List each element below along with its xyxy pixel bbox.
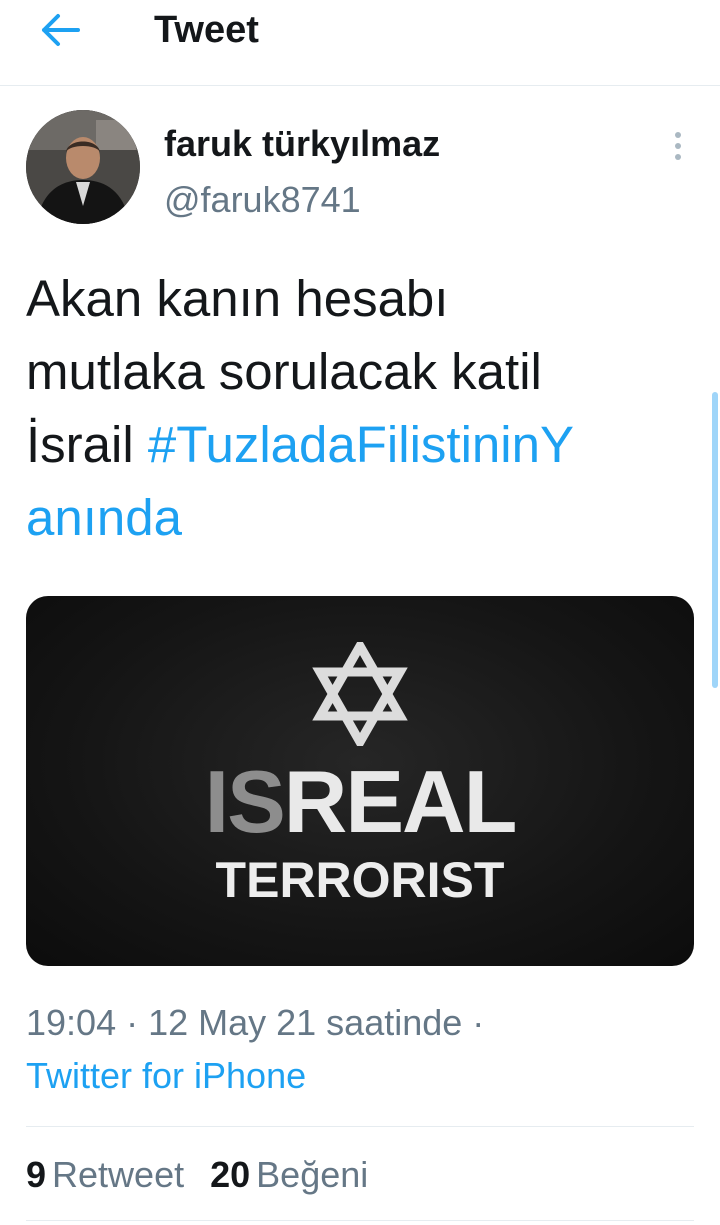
scrollbar[interactable] xyxy=(712,392,718,688)
author-handle[interactable]: @faruk8741 xyxy=(164,180,361,220)
avatar[interactable] xyxy=(26,110,140,224)
divider xyxy=(26,1220,694,1221)
tweet-text-line: mutlaka sorulacak katil xyxy=(26,343,542,400)
author-name[interactable]: faruk türkyılmaz xyxy=(164,124,440,164)
back-button[interactable] xyxy=(38,12,82,48)
tweet-text: Akan kanın hesabı mutlaka sorulacak kati… xyxy=(26,262,698,554)
tweet-timestamp: 19:04 · 12 May 21 saatinde · xyxy=(26,1002,485,1043)
retweets-stat[interactable]: 9 Retweet xyxy=(26,1154,184,1195)
tweet-text-line: anında xyxy=(26,481,698,554)
tweet-text-fragment: İsrail xyxy=(26,416,148,473)
tweet-detail-page: Tweet faruk türkyılmaz @faruk8741 Akan k… xyxy=(0,0,720,1225)
divider xyxy=(26,1126,694,1127)
more-vertical-icon xyxy=(675,132,681,160)
more-options-button[interactable] xyxy=(668,130,688,164)
page-title: Tweet xyxy=(154,9,259,51)
hashtag-link-continued[interactable]: anında xyxy=(26,489,182,546)
engagement-stats: 9 Retweet 20 Beğeni xyxy=(26,1154,394,1196)
tweet-source-link[interactable]: Twitter for iPhone xyxy=(26,1055,306,1097)
tweet-text-line: İsrail #TuzladaFilistininY xyxy=(26,408,698,481)
likes-label: Beğeni xyxy=(256,1154,369,1195)
star-of-david-icon xyxy=(312,642,408,746)
hashtag-link[interactable]: #TuzladaFilistininY xyxy=(148,416,574,473)
top-bar: Tweet xyxy=(0,0,720,86)
retweets-count: 9 xyxy=(26,1154,47,1195)
avatar-photo xyxy=(26,110,140,224)
media-headline-bright: REAL xyxy=(283,752,518,851)
tweet-text-line: Akan kanın hesabı xyxy=(26,270,449,327)
arrow-left-icon xyxy=(42,14,80,46)
likes-count: 20 xyxy=(210,1154,251,1195)
media-subheadline: TERRORIST xyxy=(215,852,505,908)
likes-stat[interactable]: 20 Beğeni xyxy=(210,1154,368,1195)
retweets-label: Retweet xyxy=(52,1154,185,1195)
media-headline-dim: IS xyxy=(204,752,286,851)
media-headline: ISREAL xyxy=(26,752,694,852)
tweet-media-image[interactable]: ISREAL TERRORIST xyxy=(26,596,694,966)
